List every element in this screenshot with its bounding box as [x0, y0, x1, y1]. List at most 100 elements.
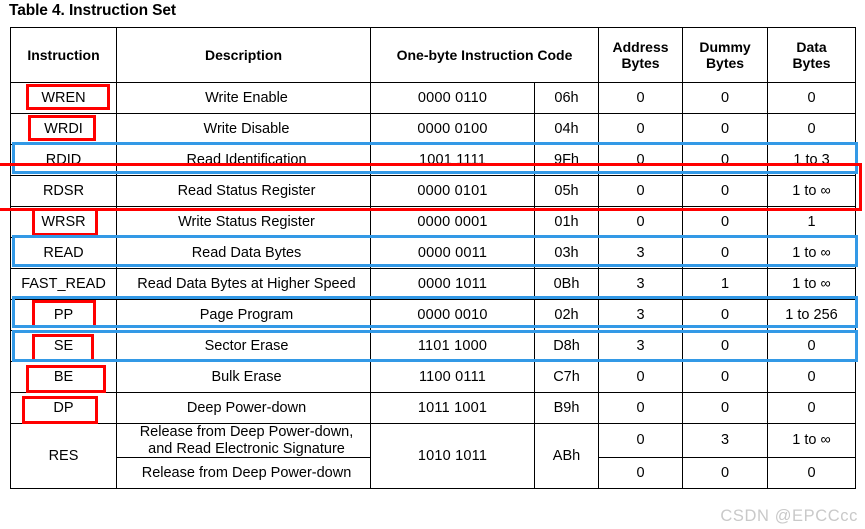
cell-instruction: WRDI	[10, 113, 117, 145]
cell-hex-code: 02h	[533, 299, 600, 331]
cell-address-bytes: 0	[598, 175, 684, 207]
header-line-1: Data	[796, 38, 827, 55]
watermark-text: CSDN @EPCCcc	[720, 507, 858, 525]
cell-hex-code: ABh	[533, 422, 600, 490]
table-row: DP Deep Power-down 1011 1001 B9h 0 0 0	[10, 392, 857, 424]
cell-data-bytes: 1	[767, 206, 857, 238]
description-line-1: Release from Deep Power-down	[141, 465, 352, 481]
cell-hex-code: 9Fh	[533, 144, 600, 176]
cell-binary-code: 1101 1000	[370, 330, 535, 362]
cell-dummy-bytes: 0	[682, 392, 769, 424]
cell-data-bytes: 1 to 256	[767, 299, 857, 331]
cell-data-bytes: 1 to ∞	[767, 422, 857, 459]
document-page: Table 4. Instruction Set Instruction Des…	[0, 0, 865, 529]
cell-hex-code: 05h	[533, 175, 600, 207]
column-header-data-bytes: Data Bytes	[767, 27, 857, 83]
cell-binary-code: 0000 0110	[370, 82, 535, 114]
cell-binary-code: 0000 0101	[370, 175, 535, 207]
cell-binary-code: 1010 1011	[370, 422, 535, 490]
cell-dummy-bytes: 1	[682, 268, 769, 300]
cell-dummy-bytes: 0	[682, 113, 769, 145]
cell-description: Release from Deep Power-down	[116, 457, 371, 490]
cell-description: Page Program	[116, 299, 371, 331]
cell-address-bytes: 0	[598, 422, 684, 459]
cell-dummy-bytes: 3	[682, 422, 769, 459]
cell-address-bytes: 0	[598, 144, 684, 176]
cell-address-bytes: 3	[598, 268, 684, 300]
cell-dummy-bytes: 0	[682, 237, 769, 269]
header-line-2: Bytes	[705, 55, 745, 71]
header-line-2: Bytes	[621, 55, 660, 71]
cell-address-bytes: 3	[598, 237, 684, 269]
cell-hex-code: D8h	[533, 330, 600, 362]
cell-description: Write Disable	[116, 113, 371, 145]
cell-address-bytes: 0	[598, 206, 684, 238]
cell-binary-code: 0000 1011	[370, 268, 535, 300]
column-header-address-bytes: Address Bytes	[598, 27, 684, 83]
cell-binary-code: 0000 0001	[370, 206, 535, 238]
header-line-2: Bytes	[792, 55, 831, 71]
cell-description: Release from Deep Power-down, and Read El…	[116, 422, 371, 459]
cell-instruction: WRSR	[10, 206, 117, 238]
cell-address-bytes: 0	[598, 392, 684, 424]
cell-description: Read Status Register	[116, 175, 371, 207]
cell-data-bytes: 0	[767, 82, 857, 114]
cell-hex-code: B9h	[533, 392, 600, 424]
cell-hex-code: 06h	[533, 82, 600, 114]
cell-dummy-bytes: 0	[682, 361, 769, 393]
cell-instruction: WREN	[10, 82, 117, 114]
cell-description: Sector Erase	[116, 330, 371, 362]
cell-instruction: SE	[10, 330, 117, 362]
cell-description: Read Data Bytes at Higher Speed	[116, 268, 371, 300]
table-row: SE Sector Erase 1101 1000 D8h 3 0 0	[10, 330, 857, 362]
cell-dummy-bytes: 0	[682, 175, 769, 207]
table-row: RDSR Read Status Register 0000 0101 05h 0 0 1 …	[10, 175, 857, 207]
cell-hex-code: 03h	[533, 237, 600, 269]
cell-data-bytes: 0	[767, 457, 857, 490]
cell-dummy-bytes: 0	[682, 144, 769, 176]
instruction-set-table: Instruction Description One-byte Instruc…	[10, 27, 857, 490]
table-header: Instruction Description One-byte Instruc…	[10, 27, 857, 83]
cell-data-bytes: 0	[767, 392, 857, 424]
cell-data-bytes: 1 to 3	[767, 144, 857, 176]
table-row: RDID Read Identification 1001 1111 9Fh 0 0 1 t…	[10, 144, 857, 176]
cell-data-bytes: 1 to ∞	[767, 268, 857, 300]
description-line-2: and Read Electronic Signature	[148, 440, 345, 457]
cell-instruction: DP	[10, 392, 117, 424]
table-body: WREN Write Enable 0000 0110 06h 0 0 0 WRDI Write…	[10, 82, 857, 490]
cell-instruction: FAST_READ	[10, 268, 117, 300]
header-row: Instruction Description One-byte Instruc…	[10, 27, 857, 83]
header-line-1: Dummy	[699, 38, 751, 55]
cell-binary-code: 1100 0111	[370, 361, 535, 393]
cell-dummy-bytes: 0	[682, 206, 769, 238]
table-row: WREN Write Enable 0000 0110 06h 0 0 0	[10, 82, 857, 114]
cell-data-bytes: 1 to ∞	[767, 175, 857, 207]
cell-description: Bulk Erase	[116, 361, 371, 393]
table-row: RES Release from Deep Power-down, and Read…	[10, 422, 857, 490]
cell-description: Deep Power-down	[116, 392, 371, 424]
table-caption: Table 4. Instruction Set	[9, 2, 176, 19]
table-row: WRSR Write Status Register 0000 0001 01h 0 0 1	[10, 206, 857, 238]
cell-instruction: RDID	[10, 144, 117, 176]
cell-binary-code: 0000 0010	[370, 299, 535, 331]
cell-hex-code: 04h	[533, 113, 600, 145]
cell-hex-code: 0Bh	[533, 268, 600, 300]
column-header-dummy-bytes: Dummy Bytes	[682, 27, 769, 83]
cell-instruction: RES	[10, 422, 117, 490]
cell-data-bytes: 0	[767, 361, 857, 393]
cell-data-bytes: 1 to ∞	[767, 237, 857, 269]
cell-data-bytes: 0	[767, 113, 857, 145]
table-row: WRDI Write Disable 0000 0100 04h 0 0 0	[10, 113, 857, 145]
column-header-code: One-byte Instruction Code	[369, 27, 600, 83]
cell-dummy-bytes: 0	[682, 330, 769, 362]
header-line-1: Address	[612, 38, 669, 55]
cell-dummy-bytes: 0	[682, 299, 769, 331]
cell-address-bytes: 0	[598, 457, 684, 490]
cell-instruction: READ	[10, 237, 117, 269]
cell-hex-code: 01h	[533, 206, 600, 238]
table-row: READ Read Data Bytes 0000 0011 03h 3 0 1 to ∞	[10, 237, 857, 269]
cell-binary-code: 0000 0011	[370, 237, 535, 269]
cell-description: Write Status Register	[116, 206, 371, 238]
cell-dummy-bytes: 0	[682, 457, 769, 490]
column-header-instruction: Instruction	[10, 27, 117, 83]
